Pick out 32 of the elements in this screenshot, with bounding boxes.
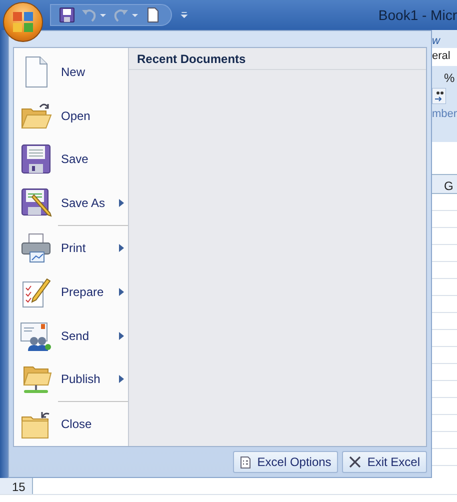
menu-item[interactable]: Save xyxy=(14,138,128,182)
menu-item[interactable]: Prepare xyxy=(14,270,128,314)
menu-item[interactable]: Close xyxy=(14,402,128,446)
close-icon xyxy=(349,456,362,468)
menu-item[interactable]: Open xyxy=(14,94,128,138)
menu-item[interactable]: New xyxy=(14,50,128,94)
office-logo-icon xyxy=(12,11,34,33)
printer-icon xyxy=(20,232,52,264)
save-icon[interactable] xyxy=(59,7,75,23)
window-title: Book1 - Micr xyxy=(377,6,457,24)
panel-heading: Recent Documents xyxy=(137,50,246,68)
dropdown-caret-icon[interactable] xyxy=(99,11,107,19)
row-header: 15 xyxy=(0,478,33,494)
checklist-pencil-icon xyxy=(20,276,52,308)
menu-item[interactable]: Save As xyxy=(14,181,128,226)
blank-page-icon[interactable] xyxy=(145,7,161,23)
options-button[interactable]: Excel Options xyxy=(233,451,338,473)
exit-button[interactable]: Exit Excel xyxy=(342,451,427,473)
customize-toolbar-icon[interactable] xyxy=(180,10,188,20)
percent-button[interactable]: % xyxy=(432,66,457,86)
menu-item[interactable]: Publish xyxy=(14,357,128,402)
menu-item[interactable]: Send xyxy=(14,314,128,358)
menu-item[interactable]: Print xyxy=(14,226,128,270)
column-header: G xyxy=(432,174,457,194)
options-page-icon xyxy=(240,456,252,468)
group-label: mber xyxy=(432,107,457,122)
envelope-people-icon xyxy=(20,320,52,352)
decimal-icon[interactable] xyxy=(432,88,446,104)
ribbon-tab-label[interactable]: w xyxy=(432,30,457,48)
dropdown-caret-icon[interactable] xyxy=(131,11,139,19)
floppy-pencil-icon xyxy=(20,187,52,220)
number-format-field: eral xyxy=(432,48,457,66)
